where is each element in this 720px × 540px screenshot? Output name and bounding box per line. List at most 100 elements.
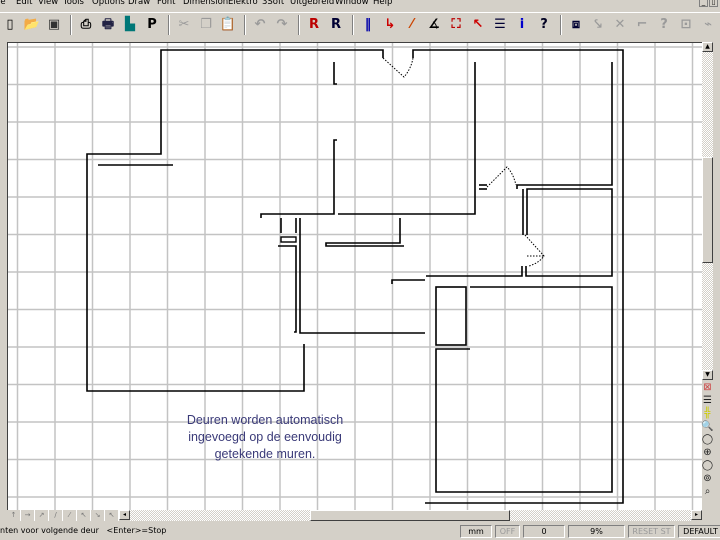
menu-view[interactable]: View xyxy=(38,0,58,7)
question-icon[interactable]: ? xyxy=(654,15,674,35)
zoom-all-icon[interactable]: ⌕ xyxy=(701,485,714,498)
select-frame-icon[interactable]: ⛶ xyxy=(446,15,466,35)
context-help-icon[interactable]: ? xyxy=(534,15,554,35)
door-swing xyxy=(524,234,545,267)
zoom-out-icon[interactable]: ◯ xyxy=(701,459,714,472)
value-field: 0 xyxy=(523,525,565,538)
arrow-up-icon[interactable]: ↑ xyxy=(7,510,21,521)
zoom-previous-icon[interactable]: ⊚ xyxy=(701,472,714,485)
arrow-right-icon[interactable]: → xyxy=(21,510,35,521)
vertical-scroll-thumb[interactable] xyxy=(702,157,713,263)
snap-field[interactable]: OFF xyxy=(495,525,520,538)
toolbar-separator xyxy=(244,14,246,35)
print-preview-icon[interactable]: 🖶 xyxy=(98,15,118,35)
toolbar-separator xyxy=(298,14,300,35)
arrow-diagonal-icon[interactable]: ↗ xyxy=(35,510,49,521)
wall xyxy=(333,62,337,85)
horizontal-scrollbar[interactable] xyxy=(130,510,691,521)
layer-field[interactable]: DEFAULT xyxy=(678,525,720,538)
corner-icon[interactable]: ⌐ xyxy=(632,15,652,35)
cupboard xyxy=(435,286,467,346)
menu-window[interactable]: Window xyxy=(335,0,369,7)
toolbar-separator xyxy=(352,14,354,35)
new-icon[interactable]: ▯ xyxy=(0,15,20,35)
copy-icon[interactable]: ❐ xyxy=(196,15,216,35)
note-line: ingevoegd op de eenvoudig xyxy=(188,430,342,444)
save-icon[interactable]: ▣ xyxy=(44,15,64,35)
toolbar-separator xyxy=(70,14,72,35)
wall xyxy=(426,266,523,277)
plot-icon[interactable]: P xyxy=(142,15,162,35)
info-icon[interactable]: i xyxy=(512,15,532,35)
paste-icon[interactable]: 📋 xyxy=(218,15,238,35)
menu-elektro[interactable]: Elektro xyxy=(228,0,258,7)
zoom-in-icon[interactable]: ⊕ xyxy=(701,446,714,459)
menu-help[interactable]: Help xyxy=(373,0,392,7)
wall xyxy=(525,188,613,277)
menu-uitgebreid[interactable]: Uitgebreid xyxy=(290,0,334,7)
wall xyxy=(391,279,425,284)
print-icon[interactable]: ⎙ xyxy=(76,15,96,35)
note-line: Deuren worden automatisch xyxy=(186,413,344,427)
arrow-nw-icon[interactable]: ↖ xyxy=(77,510,91,521)
scroll-right-button[interactable]: ▸ xyxy=(691,510,702,520)
angle-icon[interactable]: ∡ xyxy=(424,15,444,35)
scroll-left-button[interactable]: ◂ xyxy=(119,510,130,520)
preset-field[interactable]: RESET ST xyxy=(628,525,675,538)
zoom-window-icon[interactable]: 🔍 xyxy=(701,420,714,433)
vertical-scrollbar[interactable]: ▲ ▼ xyxy=(702,42,713,380)
wall xyxy=(86,49,384,392)
wall xyxy=(435,286,613,493)
wall xyxy=(260,139,337,218)
arrow-se-icon[interactable]: ↘ xyxy=(91,510,105,521)
window-controls: _ ▯ xyxy=(699,0,718,7)
r-symbol-red-icon[interactable]: R xyxy=(304,15,324,35)
door-swing xyxy=(382,57,414,78)
orthogonal-icon[interactable]: ↳ xyxy=(380,15,400,35)
menu-tools[interactable]: Tools xyxy=(63,0,84,7)
cross-hair-icon[interactable]: ╬ xyxy=(701,407,714,420)
page-setup-icon[interactable]: ▙ xyxy=(120,15,140,35)
menu-edit[interactable]: Edit xyxy=(16,0,32,7)
delete-box-icon[interactable]: ⊠ xyxy=(701,381,714,394)
edit-block-icon[interactable]: ⊡ xyxy=(676,15,696,35)
menu-draw[interactable]: Draw xyxy=(128,0,150,7)
status-message: nten voor volgende deur <Enter>=Stop xyxy=(0,526,167,535)
drawing-mode-tabs: ↑ → ↗ / ⁄ ↖ ↘ ↖ xyxy=(7,510,119,521)
window-frame xyxy=(280,236,297,243)
scroll-up-button[interactable]: ▲ xyxy=(702,42,713,52)
note-line: getekende muren. xyxy=(214,447,316,461)
view-toolbar: ⊠ ☰ ╬ 🔍 ◯ ⊕ ◯ ⊚ ⌕ xyxy=(701,381,714,498)
pointer-red-icon[interactable]: ↖ xyxy=(468,15,488,35)
toolbar-separator xyxy=(168,14,170,35)
status-bar: nten voor volgende deur <Enter>=Stop mm … xyxy=(0,522,720,540)
line-point-icon[interactable]: ⁄ xyxy=(402,15,422,35)
door-swing xyxy=(486,166,517,188)
scroll-down-button[interactable]: ▼ xyxy=(702,370,713,380)
cut-icon[interactable]: ✂ xyxy=(174,15,194,35)
open-folder-icon[interactable]: 📂 xyxy=(22,15,42,35)
menu-3soft[interactable]: 3Soft xyxy=(262,0,284,7)
undo-icon[interactable]: ↶ xyxy=(250,15,270,35)
menu-le[interactable]: le xyxy=(0,0,6,7)
redo-icon[interactable]: ↷ xyxy=(272,15,292,35)
horizontal-scroll-thumb[interactable] xyxy=(310,510,510,521)
snap-icon[interactable]: ⤥ xyxy=(588,15,608,35)
slash-icon[interactable]: / xyxy=(49,510,63,521)
menu-options[interactable]: Options xyxy=(92,0,125,7)
menu-dimension[interactable]: Dimension xyxy=(183,0,228,7)
lines-icon[interactable]: ☰ xyxy=(701,394,714,407)
layers-icon[interactable]: ☰ xyxy=(490,15,510,35)
unit-field[interactable]: mm xyxy=(460,525,492,538)
parallel-lines-icon[interactable]: ‖ xyxy=(358,15,378,35)
slash-thin-icon[interactable]: ⁄ xyxy=(63,510,77,521)
restore-button[interactable]: ▯ xyxy=(709,0,718,7)
minimize-button[interactable]: _ xyxy=(699,0,708,7)
r-symbol-blue-icon[interactable]: R xyxy=(326,15,346,35)
zoom-icon[interactable]: ◯ xyxy=(701,433,714,446)
break-line-icon[interactable]: ⌁ xyxy=(698,15,718,35)
cross-line-icon[interactable]: ✕ xyxy=(610,15,630,35)
menu-font[interactable]: Font xyxy=(157,0,176,7)
arrow-back-icon[interactable]: ↖ xyxy=(105,510,119,521)
zoom-frame-icon[interactable]: ⧈ xyxy=(566,15,586,35)
